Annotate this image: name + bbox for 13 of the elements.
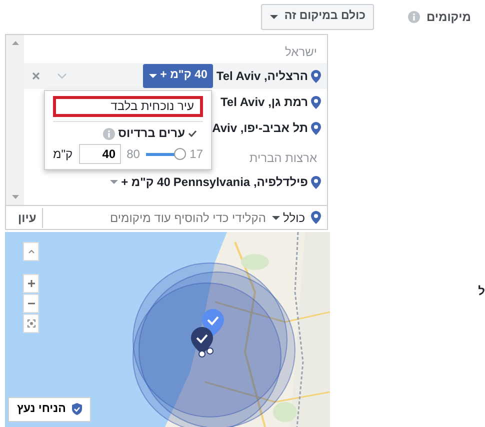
country-heading: ארצות הברית [249, 151, 317, 165]
option-label: עיר נוכחית בלבד [110, 99, 194, 114]
country-heading: ישראל [285, 45, 317, 59]
location-name: הרצליה, Tel Aviv [216, 68, 308, 85]
location-name: תל אביב-יפו, Aviv [212, 120, 308, 137]
location-name: פילדלפיה, Pennsylvania [173, 174, 308, 191]
unit-label: ק"מ [53, 146, 73, 163]
edge-text: ל [478, 283, 485, 300]
field-label: מיקומים [426, 9, 471, 26]
option-label: ערים ברדיוס [118, 126, 185, 141]
slider-max: 80 [126, 146, 140, 163]
slider-min: 17 [190, 146, 203, 163]
location-name: רמת גן, Tel Aviv [220, 94, 308, 111]
